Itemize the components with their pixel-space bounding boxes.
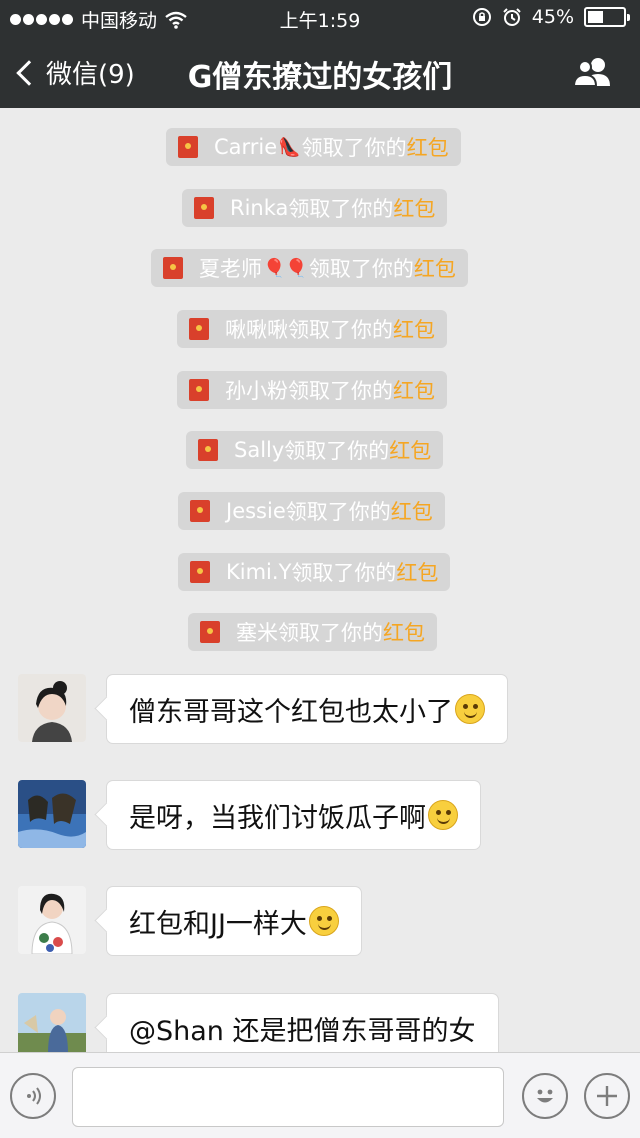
rotation-lock-icon [472, 8, 491, 26]
nav-bar: 微信(9) G僧东撩过的女孩们 [0, 34, 640, 108]
notice-text: 领取了你的 [284, 439, 390, 463]
notice-name: 孙小粉 [225, 379, 288, 403]
red-packet-link[interactable]: 红包 [389, 435, 431, 465]
system-notice: Jessie 领取了你的 红包 [178, 492, 445, 530]
system-notice: 塞米 领取了你的 红包 [188, 613, 437, 651]
red-packet-icon [200, 621, 220, 643]
message-text: @Shan 还是把僧东哥哥的女 [129, 1015, 476, 1047]
message-row: 僧东哥哥这个红包也太小了 [18, 674, 508, 744]
notice-text: 领取了你的 [301, 136, 407, 160]
red-packet-link[interactable]: 红包 [393, 193, 435, 223]
avatar[interactable] [18, 993, 86, 1061]
plus-button[interactable] [584, 1073, 630, 1119]
battery-icon [584, 7, 630, 27]
red-packet-icon [190, 561, 210, 583]
voice-button[interactable] [10, 1073, 56, 1119]
system-notice: 夏老师 🎈🎈 领取了你的 红包 [151, 249, 468, 287]
notice-name: 塞米 [236, 621, 278, 645]
message-text: 是呀，当我们讨饭瓜子啊 [129, 802, 426, 834]
notice-name: Rinka [230, 196, 289, 220]
message-text: 僧东哥哥这个红包也太小了 [129, 696, 453, 728]
emoji-button[interactable] [522, 1073, 568, 1119]
system-notice: Sally 领取了你的 红包 [186, 431, 444, 469]
system-notice: Kimi.Y 领取了你的 红包 [178, 553, 451, 591]
top-bar: 中国移动 上午1:59 45% 微信(9) G僧东撩过的女孩们 [0, 0, 640, 108]
red-packet-icon [189, 379, 209, 401]
smile-emoji-icon [455, 694, 485, 724]
message-input[interactable] [72, 1067, 504, 1127]
red-packet-icon [189, 318, 209, 340]
smile-emoji-icon [308, 906, 339, 936]
message-row: 红包和JJ一样大 [18, 886, 362, 956]
red-packet-icon [163, 257, 183, 279]
notice-name: Carrie [214, 135, 278, 159]
red-packet-link[interactable]: 红包 [414, 253, 456, 283]
red-packet-link[interactable]: 红包 [383, 617, 425, 647]
notice-text: 领取了你的 [291, 561, 397, 585]
alarm-icon [503, 8, 521, 26]
red-packet-link[interactable]: 红包 [391, 496, 433, 526]
notice-name: Jessie [226, 499, 286, 523]
notice-name: 啾啾啾 [225, 318, 288, 342]
notice-text: 领取了你的 [288, 318, 393, 342]
notice-text: 领取了你的 [308, 257, 414, 281]
red-packet-link[interactable]: 红包 [393, 375, 435, 405]
balloon-emoji: 🎈🎈 [263, 257, 308, 279]
notice-name: Sally [234, 438, 285, 462]
red-packet-link[interactable]: 红包 [407, 132, 449, 162]
red-packet-icon [178, 136, 198, 158]
plus-icon [597, 1086, 617, 1106]
avatar[interactable] [18, 886, 86, 954]
message-text: 红包和JJ一样大 [129, 908, 307, 940]
avatar[interactable] [18, 780, 86, 848]
notice-text: 领取了你的 [285, 500, 391, 524]
status-bar: 中国移动 上午1:59 45% [0, 0, 640, 34]
message-row: 是呀，当我们讨饭瓜子啊 [18, 780, 481, 850]
red-packet-icon [198, 439, 218, 461]
red-packet-icon [194, 197, 214, 219]
system-notice: 啾啾啾 领取了你的 红包 [177, 310, 447, 348]
message-bubble[interactable]: 红包和JJ一样大 [106, 886, 362, 956]
group-members-icon[interactable] [572, 56, 614, 88]
message-bubble[interactable]: 是呀，当我们讨饭瓜子啊 [106, 780, 481, 850]
avatar[interactable] [18, 674, 86, 742]
system-notice: Rinka 领取了你的 红包 [182, 189, 448, 227]
voice-icon [27, 1087, 41, 1105]
high-heel-emoji: 👠 [278, 136, 301, 158]
red-packet-link[interactable]: 红包 [396, 557, 438, 587]
chat-title: G僧东撩过的女孩们 [187, 60, 453, 95]
red-packet-icon [190, 500, 210, 522]
system-notice: Carrie 👠 领取了你的 红包 [166, 128, 461, 166]
system-notice: 孙小粉 领取了你的 红包 [177, 371, 447, 409]
notice-text: 领取了你的 [288, 379, 393, 403]
emoji-icon [537, 1089, 553, 1103]
notice-name: Kimi.Y [226, 560, 292, 584]
message-bubble[interactable]: 僧东哥哥这个红包也太小了 [106, 674, 508, 744]
notice-name: 夏老师 [199, 257, 262, 281]
red-packet-link[interactable]: 红包 [393, 314, 435, 344]
battery-percent: 45% [531, 6, 574, 28]
input-bar [0, 1052, 640, 1138]
notice-text: 领取了你的 [278, 621, 383, 645]
smile-emoji-icon [428, 800, 458, 830]
notice-text: 领取了你的 [288, 197, 394, 221]
